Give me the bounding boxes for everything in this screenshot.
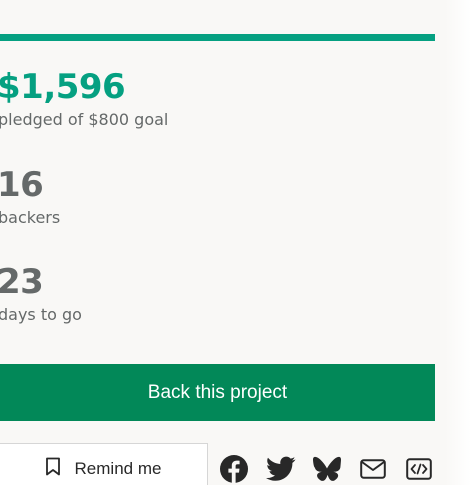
remind-me-label: Remind me [74, 459, 162, 478]
days-remaining-label: days to go [0, 305, 82, 324]
campaign-stats-panel: $1,596 pledged of $800 goal 16 backers 2… [0, 0, 471, 485]
backers-count: 16 [0, 165, 44, 205]
facebook-icon[interactable] [218, 453, 250, 485]
days-remaining-count: 23 [0, 262, 44, 302]
pledged-amount: $1,596 [0, 67, 126, 107]
panel-edge [445, 0, 471, 485]
remind-me-button[interactable]: Remind me [0, 443, 208, 485]
funding-progress-bar [0, 34, 435, 41]
back-this-project-button[interactable]: Back this project [0, 364, 435, 421]
pledged-goal-label: pledged of $800 goal [0, 110, 169, 129]
bluesky-icon[interactable] [311, 453, 343, 485]
backers-label: backers [0, 208, 61, 227]
twitter-icon[interactable] [265, 453, 297, 485]
funding-progress-fill [0, 34, 435, 41]
embed-icon[interactable] [403, 453, 435, 485]
bookmark-icon [45, 457, 61, 481]
email-icon[interactable] [357, 453, 389, 485]
